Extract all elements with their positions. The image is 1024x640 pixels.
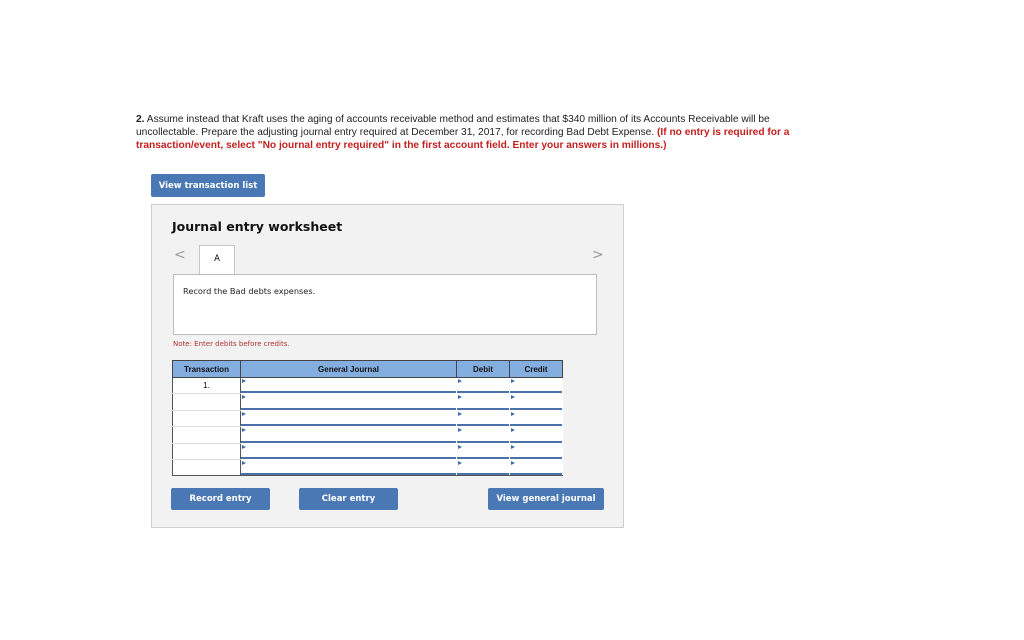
view-general-journal-button[interactable]: View general journal [488, 488, 604, 510]
entry-description: Record the Bad debts expenses. [173, 274, 597, 335]
question-text: 2. Assume instead that Kraft uses the ag… [136, 113, 826, 152]
debit-input[interactable] [456, 393, 510, 411]
chevron-right-icon[interactable]: > [592, 247, 604, 263]
column-transaction: Transaction [172, 360, 241, 378]
clear-entry-button[interactable]: Clear entry [299, 488, 398, 510]
transaction-cell [172, 393, 241, 411]
account-input[interactable] [240, 376, 457, 395]
account-input[interactable] [240, 458, 457, 477]
debit-input[interactable] [456, 458, 510, 477]
account-input[interactable] [240, 409, 457, 428]
credit-input[interactable] [509, 426, 563, 444]
account-input[interactable] [240, 426, 457, 444]
table-row [172, 426, 563, 444]
credit-input[interactable] [509, 442, 563, 460]
credit-input[interactable] [509, 376, 563, 395]
table-row [172, 458, 563, 477]
credit-input[interactable] [509, 409, 563, 428]
debits-credits-note: Note: Enter debits before credits. [173, 340, 290, 348]
record-entry-button[interactable]: Record entry [171, 488, 270, 510]
question-number: 2. [136, 114, 145, 125]
table-row [172, 442, 563, 460]
column-credit: Credit [509, 360, 563, 378]
credit-input[interactable] [509, 393, 563, 411]
view-transaction-list-button[interactable]: View transaction list [151, 174, 265, 197]
table-row [172, 409, 563, 428]
credit-input[interactable] [509, 458, 563, 477]
table-row: 1. [172, 376, 563, 395]
transaction-cell [172, 458, 241, 477]
transaction-cell [172, 426, 241, 444]
journal-entry-worksheet: Journal entry worksheet < > A Record the… [151, 204, 624, 528]
tab-a[interactable]: A [199, 245, 235, 275]
transaction-cell [172, 442, 241, 460]
transaction-cell [172, 409, 241, 428]
transaction-cell: 1. [172, 376, 241, 395]
chevron-left-icon[interactable]: < [174, 247, 186, 263]
account-input[interactable] [240, 393, 457, 411]
debit-input[interactable] [456, 442, 510, 460]
column-debit: Debit [456, 360, 510, 378]
journal-table: Transaction General Journal Debit Credit… [172, 360, 563, 477]
column-general-journal: General Journal [240, 360, 457, 378]
account-input[interactable] [240, 442, 457, 460]
worksheet-title: Journal entry worksheet [172, 219, 343, 234]
debit-input[interactable] [456, 426, 510, 444]
debit-input[interactable] [456, 376, 510, 395]
debit-input[interactable] [456, 409, 510, 428]
table-row [172, 393, 563, 411]
